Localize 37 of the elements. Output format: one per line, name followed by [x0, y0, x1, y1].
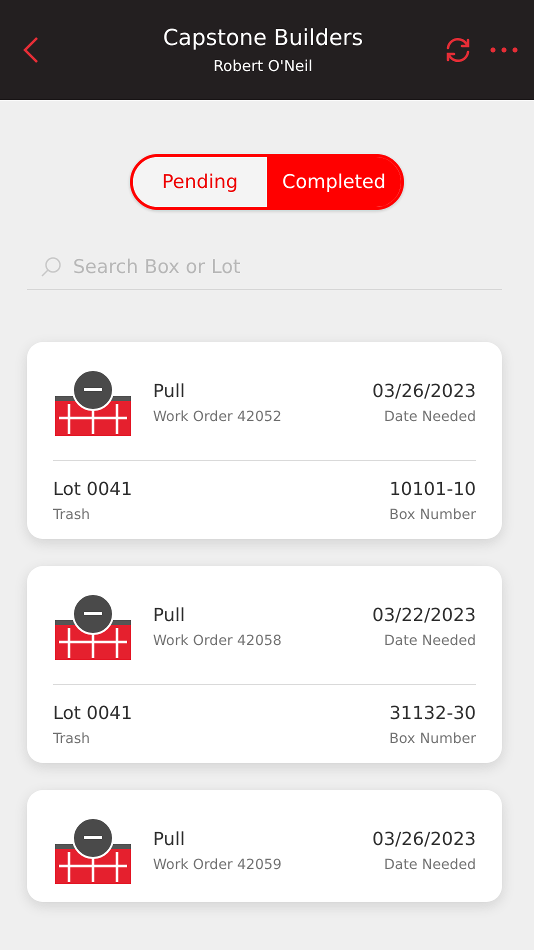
- status-tab[interactable]: Completed: [267, 157, 401, 207]
- material-type: Trash: [53, 731, 91, 747]
- box-number: 10101-10: [388, 479, 476, 500]
- back-icon: [22, 36, 40, 64]
- more-button[interactable]: [490, 46, 518, 54]
- date-label: Date Needed: [383, 857, 476, 873]
- date-label: Date Needed: [383, 409, 476, 425]
- work-order-number: Work Order 42059: [153, 857, 283, 873]
- date-value: 03/26/2023: [371, 381, 476, 402]
- material-type: Trash: [53, 507, 91, 523]
- date-label: Date Needed: [383, 633, 476, 649]
- refresh-button[interactable]: [444, 36, 472, 64]
- order-card[interactable]: Pull Work Order 42059 03/26/2023 Date Needed: [27, 790, 502, 902]
- order-card[interactable]: Pull Work Order 42052 03/26/2023 Date Needed Lot 0041 Trash 10101-10 Box Number: [27, 342, 502, 539]
- box-number: 31132-30: [388, 703, 476, 724]
- back-button[interactable]: [22, 36, 40, 64]
- order-type: Pull: [153, 381, 186, 402]
- header-subtitle: Robert O'Neil: [212, 56, 314, 74]
- more-icon: [490, 46, 518, 54]
- status-tab[interactable]: Pending: [133, 157, 267, 207]
- header-title: Capstone Builders: [162, 26, 364, 50]
- date-value: 03/26/2023: [371, 829, 476, 850]
- box-number-label: Box Number: [388, 731, 476, 747]
- date-value: 03/22/2023: [371, 605, 476, 626]
- box-number-label: Box Number: [388, 507, 476, 523]
- work-order-number: Work Order 42058: [153, 633, 283, 649]
- refresh-icon: [444, 36, 472, 64]
- work-order-number: Work Order 42052: [153, 409, 283, 425]
- dumpster-icon: [53, 816, 133, 886]
- dumpster-icon: [53, 368, 133, 438]
- dumpster-icon: [53, 592, 133, 662]
- search-icon: [39, 254, 63, 278]
- lot-number: Lot 0041: [53, 479, 134, 500]
- order-card[interactable]: Pull Work Order 42058 03/22/2023 Date Needed Lot 0041 Trash 31132-30 Box Number: [27, 566, 502, 763]
- order-type: Pull: [153, 605, 186, 626]
- order-type: Pull: [153, 829, 186, 850]
- lot-number: Lot 0041: [53, 703, 134, 724]
